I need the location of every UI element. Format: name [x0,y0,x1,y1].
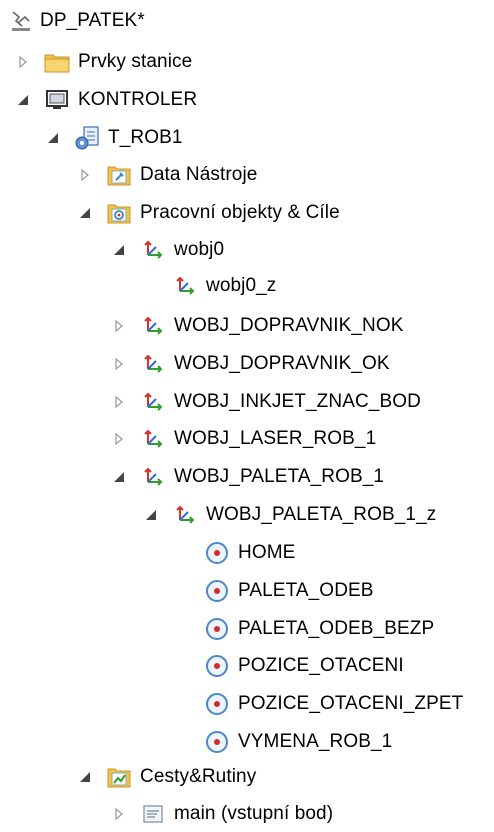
tree-node-label: WOBJ_LASER_ROB_1 [174,428,377,449]
target-icon [204,691,230,717]
frame-icon [140,464,166,490]
tree-node-wobj0[interactable]: wobj0 [110,232,224,268]
frame-icon [172,502,198,528]
tree-node-target[interactable]: PALETA_ODEB_BEZP [204,611,434,647]
collapse-icon[interactable] [110,241,128,259]
frame-icon [140,351,166,377]
tree-node-label: wobj0 [174,239,225,260]
tree-node-station[interactable]: DP_PATEK* [8,3,145,39]
frame-icon [140,426,166,452]
tree-node-label: VYMENA_ROB_1 [238,731,393,752]
collapse-icon[interactable] [142,506,160,524]
tree-node-label: Cesty&Rutiny [140,766,257,787]
target-icon [204,616,230,642]
tree-node-target[interactable]: POZICE_OTACENI [204,648,404,684]
tree-node-label: KONTROLER [78,89,198,110]
expand-icon[interactable] [110,430,128,448]
workobjects-icon [106,200,132,226]
expand-icon[interactable] [14,53,32,71]
tree-node-wobj-laser[interactable]: WOBJ_LASER_ROB_1 [110,421,376,457]
tree-node-label: main (vstupní bod) [174,803,334,824]
tree-node-wobj-paleta[interactable]: WOBJ_PALETA_ROB_1 [110,459,384,495]
tree-node-label: HOME [238,542,296,563]
controller-icon [44,87,70,113]
tree-node-main[interactable]: main (vstupní bod) [110,796,333,832]
frame-icon [140,313,166,339]
collapse-icon[interactable] [44,129,62,147]
tree-node-label: WOBJ_INKJET_ZNAC_BOD [174,391,421,412]
collapse-icon[interactable] [76,768,94,786]
expand-icon[interactable] [110,317,128,335]
tree-node-wobj-paleta-z[interactable]: WOBJ_PALETA_ROB_1_z [142,497,436,533]
tree-node-paths[interactable]: Cesty&Rutiny [76,759,256,795]
expand-icon[interactable] [110,393,128,411]
tree-node-label: WOBJ_DOPRAVNIK_OK [174,353,390,374]
tree-node-label: wobj0_z [206,275,277,296]
tree-node-label: PALETA_ODEB [238,580,374,601]
tree-node-label: DP_PATEK* [40,10,145,31]
tree-node-wobj-dopravnik-nok[interactable]: WOBJ_DOPRAVNIK_NOK [110,308,404,344]
tree-node-label: PALETA_ODEB_BEZP [238,618,435,639]
tree-node-label: Prvky stanice [78,51,193,72]
tree-node-label: POZICE_OTACENI_ZPET [238,693,464,714]
tree-node-target[interactable]: POZICE_OTACENI_ZPET [204,686,463,722]
tree-node-target[interactable]: VYMENA_ROB_1 [204,724,392,760]
collapse-icon[interactable] [110,468,128,486]
tree-node-label: POZICE_OTACENI [238,655,404,676]
target-icon [204,729,230,755]
procedure-icon [140,801,166,827]
collapse-icon[interactable] [14,91,32,109]
tree-node-label: Data Nástroje [140,164,258,185]
tree-node-label: WOBJ_DOPRAVNIK_NOK [174,315,404,336]
tree-node-wobj-dopravnik-ok[interactable]: WOBJ_DOPRAVNIK_OK [110,346,390,382]
frame-icon [140,237,166,263]
station-icon [8,8,34,34]
tree-node-controller[interactable]: KONTROLER [14,82,197,118]
expand-icon[interactable] [110,805,128,823]
tool-data-icon [106,162,132,188]
task-icon [74,125,100,151]
collapse-icon[interactable] [76,204,94,222]
target-icon [204,540,230,566]
tree-node-label: WOBJ_PALETA_ROB_1_z [206,504,437,525]
tree-node-label: T_ROB1 [108,127,183,148]
tree-node-station-items[interactable]: Prvky stanice [14,44,192,80]
tree-node-target[interactable]: PALETA_ODEB [204,573,374,609]
tree-node-wobj0-z[interactable]: wobj0_z [172,268,276,304]
tree-node-wobj-inkjet[interactable]: WOBJ_INKJET_ZNAC_BOD [110,384,421,420]
frame-icon [140,389,166,415]
tree-node-label: WOBJ_PALETA_ROB_1 [174,466,385,487]
frame-icon [172,273,198,299]
tree-node-tool-data[interactable]: Data Nástroje [76,157,257,193]
tree-node-task[interactable]: T_ROB1 [44,120,183,156]
tree-node-workobjects[interactable]: Pracovní objekty & Cíle [76,195,340,231]
target-icon [204,653,230,679]
station-tree: DP_PATEK* Prvky stanice KONTROLER T_ROB1… [0,0,494,832]
tree-node-target[interactable]: HOME [204,535,295,571]
expand-icon[interactable] [110,355,128,373]
tree-node-label: Pracovní objekty & Cíle [140,202,340,223]
target-icon [204,578,230,604]
expand-icon[interactable] [76,166,94,184]
paths-icon [106,764,132,790]
folder-icon [44,49,70,75]
